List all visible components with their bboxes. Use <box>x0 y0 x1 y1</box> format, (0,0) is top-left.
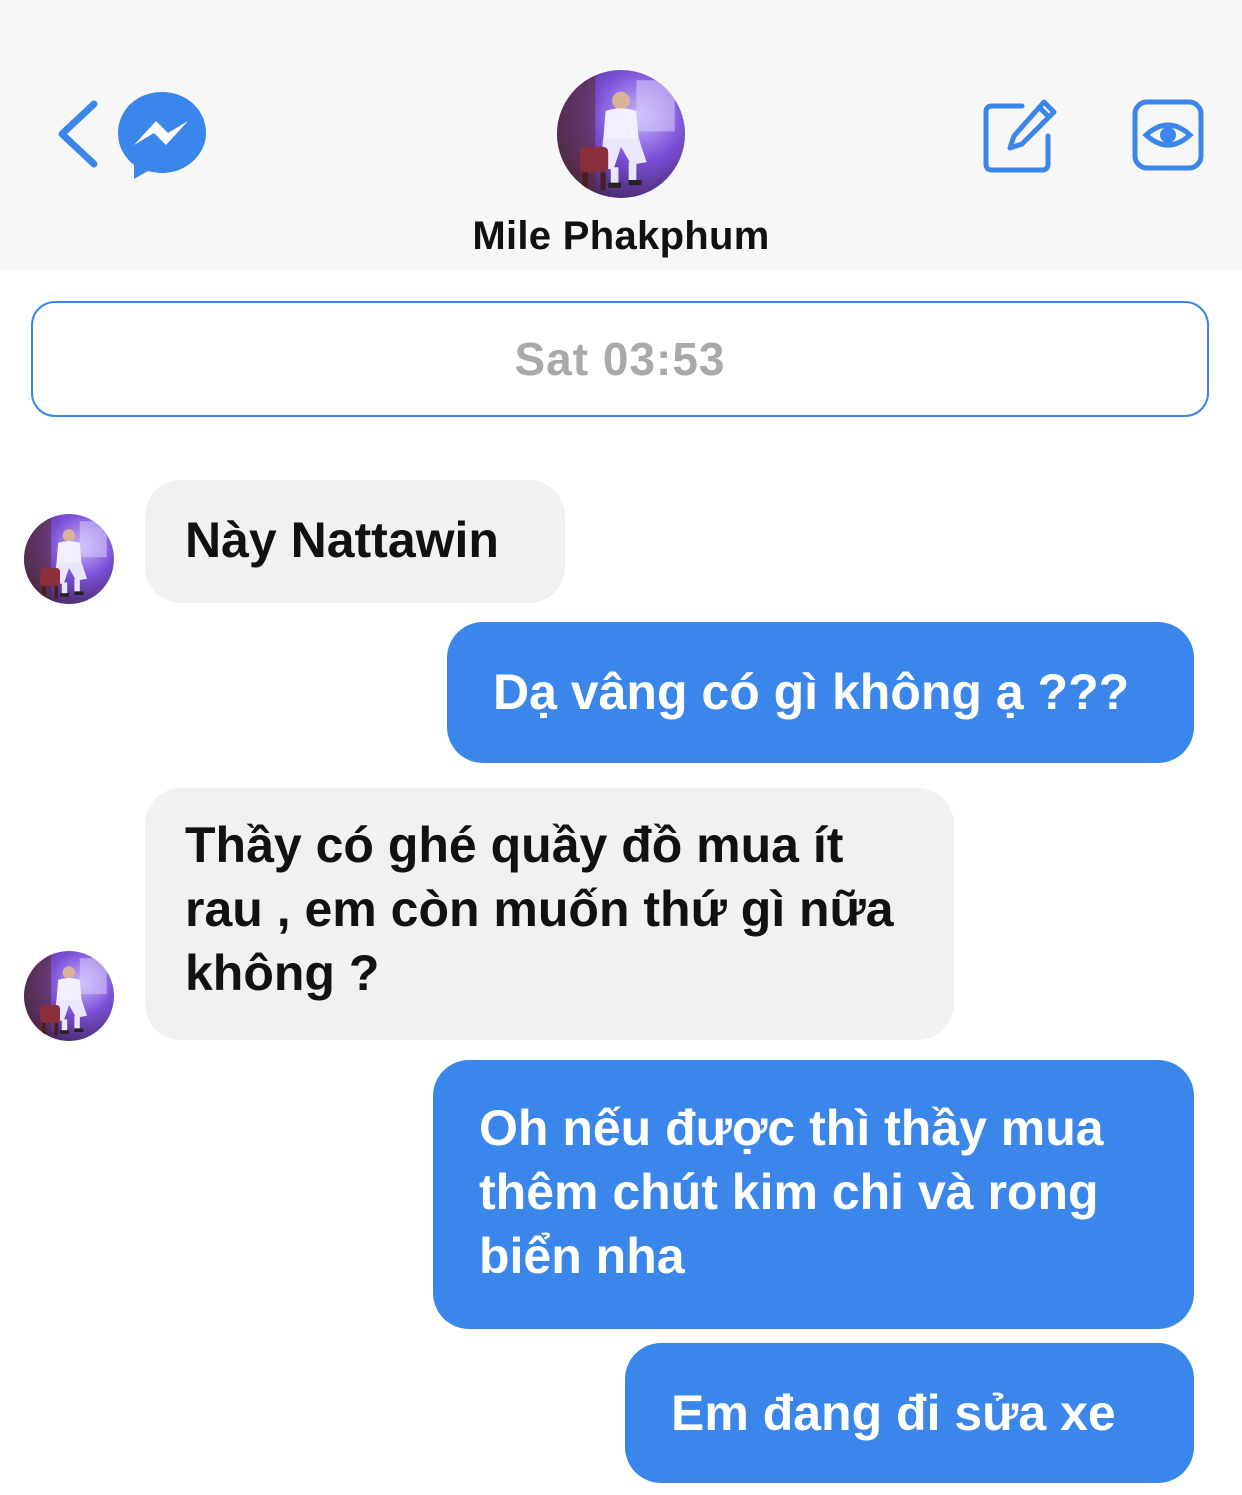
message-text: Dạ vâng có gì không ạ ??? <box>493 664 1130 720</box>
messenger-icon[interactable] <box>116 90 208 180</box>
outgoing-message-bubble[interactable]: Oh nếu được thì thầy mua thêm chút kim c… <box>433 1060 1194 1329</box>
sender-avatar[interactable] <box>24 951 114 1041</box>
outgoing-message-bubble[interactable]: Em đang đi sửa xe <box>625 1343 1194 1483</box>
eye-button[interactable] <box>1132 99 1204 171</box>
compose-icon <box>983 99 1057 173</box>
message-text: Này Nattawin <box>185 512 499 568</box>
eye-icon <box>1132 99 1204 171</box>
incoming-message-bubble[interactable]: Này Nattawin <box>145 480 565 603</box>
sender-avatar[interactable] <box>24 514 114 604</box>
message-text: Em đang đi sửa xe <box>671 1385 1116 1441</box>
message-text: Oh nếu được thì thầy mua thêm chút kim c… <box>479 1100 1104 1284</box>
compose-button[interactable] <box>982 96 1060 174</box>
incoming-message-bubble[interactable]: Thầy có ghé quầy đồ mua ít rau , em còn … <box>145 788 954 1040</box>
back-button[interactable] <box>50 98 102 170</box>
outgoing-message-bubble[interactable]: Dạ vâng có gì không ạ ??? <box>447 622 1194 763</box>
message-text: Thầy có ghé quầy đồ mua ít rau , em còn … <box>185 817 894 1001</box>
contact-name[interactable]: Mile Phakphum <box>0 214 1242 259</box>
chat-header: Mile Phakphum <box>0 0 1242 270</box>
chevron-left-icon <box>58 100 98 168</box>
contact-avatar[interactable] <box>557 70 685 198</box>
timestamp-divider: Sat 03:53 <box>31 301 1209 417</box>
